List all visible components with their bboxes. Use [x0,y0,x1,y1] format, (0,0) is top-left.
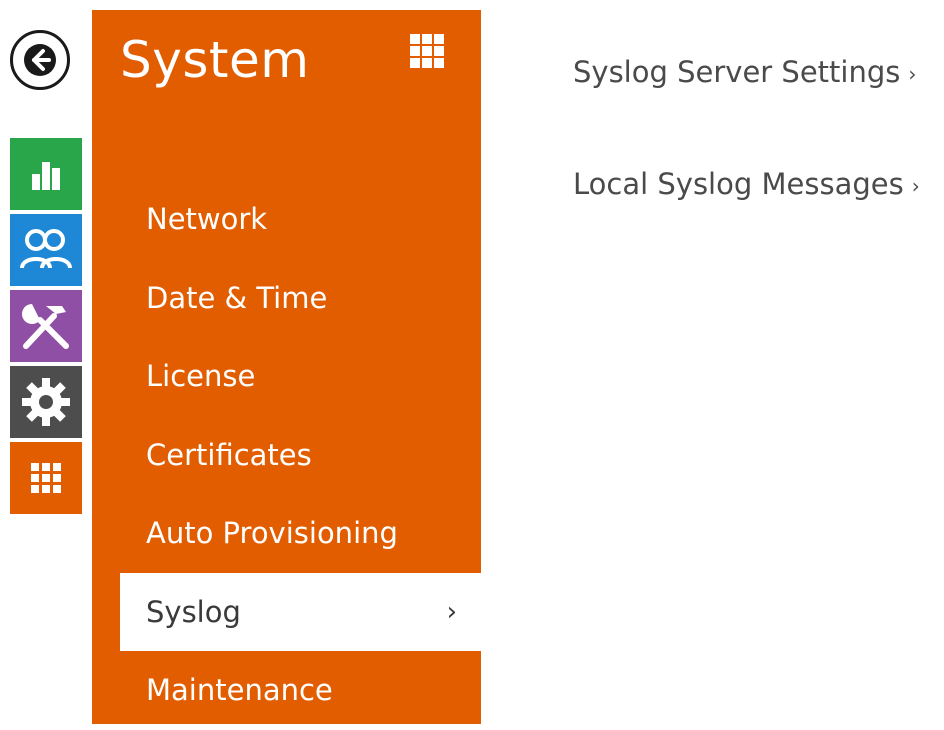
panel-title: System [120,31,310,89]
menu-item-label: License [146,359,256,394]
menu-item-maintenance[interactable]: Maintenance [92,651,481,730]
system-module-button[interactable] [10,366,82,438]
bar-chart-icon [32,162,60,190]
directory-module-button[interactable] [10,214,82,286]
menu-item-network[interactable]: Network [92,180,481,259]
chevron-right-icon: › [446,596,457,627]
menu-item-label: Maintenance [146,673,333,708]
back-button[interactable] [10,30,70,90]
content-area: Syslog Server Settings › Local Syslog Mes… [573,50,920,274]
menu-item-license[interactable]: License [92,337,481,416]
local-syslog-messages-link[interactable]: Local Syslog Messages › [573,162,920,206]
status-module-button[interactable] [10,138,82,210]
menu-item-label: Network [146,202,268,237]
menu-item-auto-provisioning[interactable]: Auto Provisioning [92,494,481,573]
menu-item-label: Syslog [146,594,241,629]
apps-module-button[interactable] [10,442,82,514]
users-icon [20,229,72,269]
menu-item-syslog[interactable]: Syslog › [120,572,481,651]
arrow-left-icon [24,44,56,76]
menu-item-date-time[interactable]: Date & Time [92,259,481,338]
gear-icon [22,378,70,426]
system-menu: Network Date & Time License Certificates… [92,180,481,730]
chevron-right-icon: › [911,174,920,198]
grid-icon [31,463,61,493]
grid-icon [410,34,444,68]
module-rail [10,138,82,518]
menu-item-label: Certificates [146,437,312,472]
system-panel: System Network Date & Time License Certi… [92,10,481,724]
tools-icon [22,304,69,349]
link-label: Syslog Server Settings [573,55,901,89]
menu-item-certificates[interactable]: Certificates [92,416,481,495]
menu-item-label: Date & Time [146,280,328,315]
chevron-right-icon: › [908,62,917,86]
syslog-server-settings-link[interactable]: Syslog Server Settings › [573,50,920,94]
menu-item-label: Auto Provisioning [146,516,398,551]
panel-apps-button[interactable] [408,32,446,70]
link-label: Local Syslog Messages [573,167,904,201]
services-module-button[interactable] [10,290,82,362]
